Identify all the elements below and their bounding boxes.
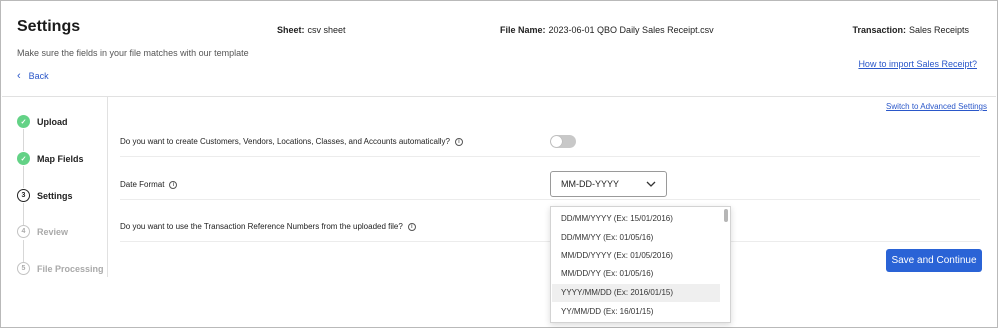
date-format-select[interactable]: MM-DD-YYYY xyxy=(550,171,667,197)
check-icon: ✓ xyxy=(17,115,30,128)
advanced-settings-link[interactable]: Switch to Advanced Settings xyxy=(886,102,987,111)
settings-window: Settings Sheet: csv sheet File Name: 2023-… xyxy=(0,0,998,328)
back-link[interactable]: ‹ Back xyxy=(17,70,49,82)
dropdown-option[interactable]: YY/MM/DD (Ex: 16/01/15) xyxy=(552,303,720,321)
howto-link[interactable]: How to import Sales Receipt? xyxy=(858,59,977,69)
info-icon[interactable]: i xyxy=(454,137,463,146)
ref-numbers-question: Do you want to use the Transaction Refer… xyxy=(120,222,416,231)
step-number: 3 xyxy=(17,189,30,202)
file-value: 2023-06-01 QBO Daily Sales Receipt.csv xyxy=(548,25,714,35)
info-icon[interactable]: i xyxy=(169,180,178,189)
page-title: Settings xyxy=(17,18,81,35)
dropdown-option[interactable]: MM/DD/YYYY (Ex: 01/05/2016) xyxy=(552,247,720,265)
toggle-knob xyxy=(551,136,562,147)
header-divider xyxy=(2,96,996,97)
dropdown-option[interactable]: MM/DD/YY (Ex: 01/05/16) xyxy=(552,265,720,283)
step-review: 4 Review xyxy=(17,225,68,238)
step-connector xyxy=(23,129,24,151)
check-icon: ✓ xyxy=(17,152,30,165)
question-label: Date Format xyxy=(120,180,165,189)
step-label: Settings xyxy=(37,190,73,201)
file-info: File Name: 2023-06-01 QBO Daily Sales Rec… xyxy=(500,25,714,35)
step-label: Review xyxy=(37,226,69,237)
step-map-fields[interactable]: ✓ Map Fields xyxy=(17,152,84,165)
step-label: Map Fields xyxy=(37,153,84,164)
save-and-continue-button[interactable]: Save and Continue xyxy=(886,249,982,272)
date-format-dropdown: DD/MM/YYYY (Ex: 15/01/2016) DD/MM/YY (Ex… xyxy=(550,206,731,323)
auto-create-toggle[interactable] xyxy=(550,135,576,148)
transaction-value: Sales Receipts xyxy=(908,25,969,35)
step-settings[interactable]: 3 Settings xyxy=(17,189,73,202)
dropdown-option[interactable]: DD/MM/YY (Ex: 01/05/16) xyxy=(552,229,720,247)
date-format-question: Date Format i xyxy=(120,180,178,189)
step-label: File Processing xyxy=(37,263,104,274)
sheet-value: csv sheet xyxy=(307,25,346,35)
row-divider xyxy=(120,199,980,200)
transaction-label: Transaction: xyxy=(852,25,906,35)
step-upload[interactable]: ✓ Upload xyxy=(17,115,68,128)
chevron-left-icon: ‹ xyxy=(17,70,21,82)
select-value: MM-DD-YYYY xyxy=(561,179,619,189)
chevron-down-icon xyxy=(646,181,656,187)
sheet-label: Sheet: xyxy=(277,25,305,35)
step-connector xyxy=(23,166,24,188)
info-icon[interactable]: i xyxy=(407,222,416,231)
step-connector xyxy=(23,203,24,225)
step-file-processing: 5 File Processing xyxy=(17,262,104,275)
question-label: Do you want to use the Transaction Refer… xyxy=(120,222,403,231)
transaction-info: Transaction: Sales Receipts xyxy=(852,25,969,35)
step-connector xyxy=(23,240,24,262)
dropdown-scrollbar[interactable] xyxy=(724,209,728,222)
auto-create-question: Do you want to create Customers, Vendors… xyxy=(120,137,463,146)
dropdown-option[interactable]: DD/MM/YYYY (Ex: 15/01/2016) xyxy=(552,210,720,228)
back-label: Back xyxy=(28,71,49,81)
row-divider xyxy=(120,156,980,157)
question-label: Do you want to create Customers, Vendors… xyxy=(120,137,450,146)
step-label: Upload xyxy=(37,116,68,127)
dropdown-option-highlighted[interactable]: YYYY/MM/DD (Ex: 2016/01/15) xyxy=(552,284,720,302)
file-label: File Name: xyxy=(500,25,546,35)
step-number: 5 xyxy=(17,262,30,275)
page-subtitle: Make sure the fields in your file matche… xyxy=(17,48,249,58)
step-number: 4 xyxy=(17,225,30,238)
stepper: ✓ Upload ✓ Map Fields 3 Settings 4 Revie… xyxy=(1,97,108,277)
sheet-info: Sheet: csv sheet xyxy=(277,25,346,35)
